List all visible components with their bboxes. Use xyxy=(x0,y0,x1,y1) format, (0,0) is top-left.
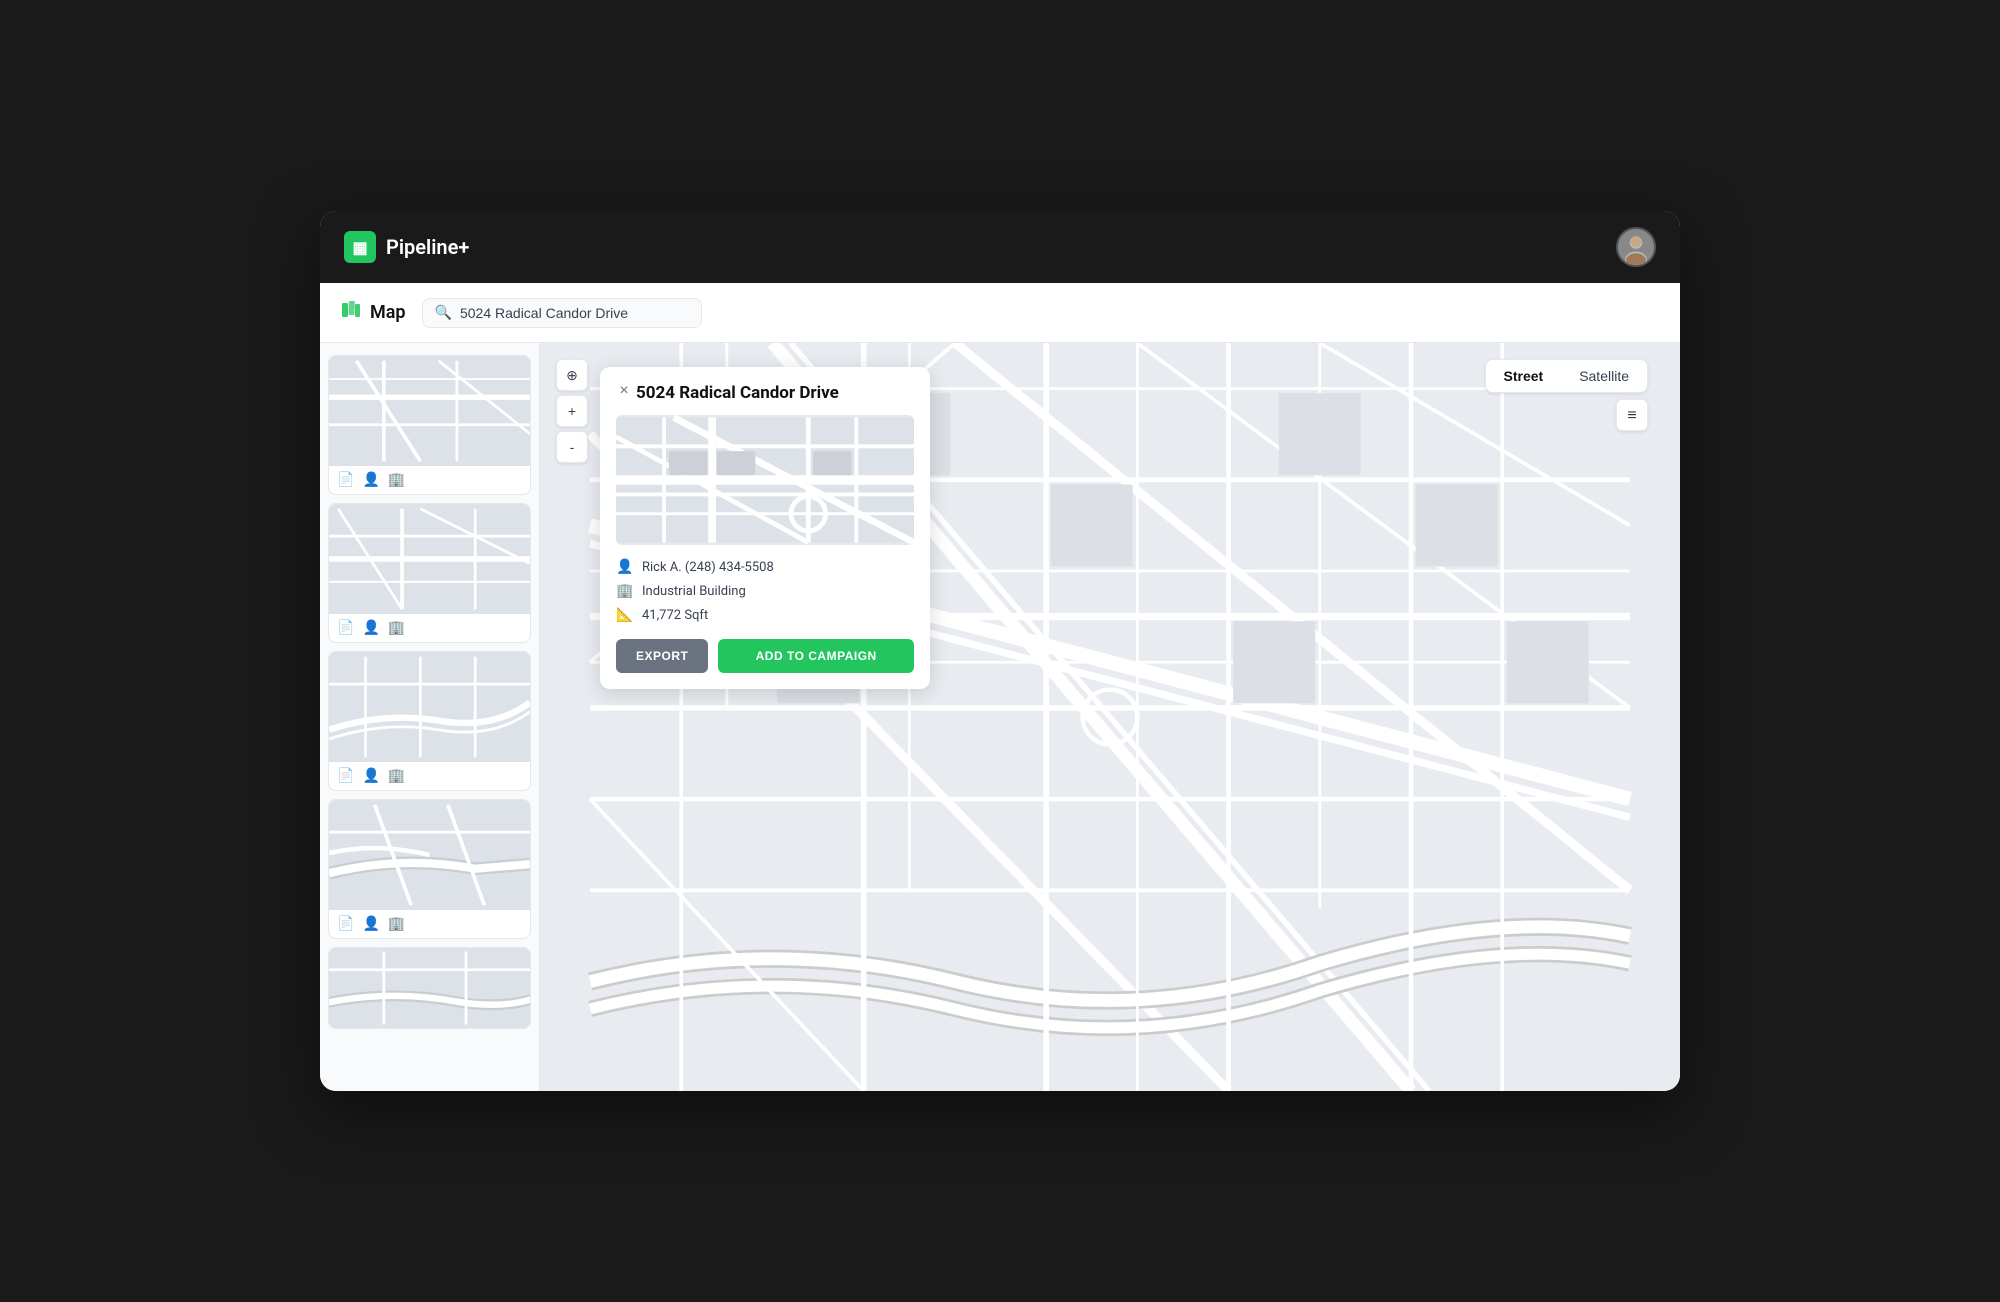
card-actions-2: 📄 👤 🏢 xyxy=(329,614,530,642)
building-type: Industrial Building xyxy=(642,584,746,599)
popup-actions: EXPORT ADD TO CAMPAIGN xyxy=(616,639,914,673)
building-type-row: 🏢 Industrial Building xyxy=(616,583,914,599)
sidebar-map-preview-4 xyxy=(329,800,530,910)
add-to-campaign-button[interactable]: ADD TO CAMPAIGN xyxy=(718,639,914,673)
zoom-in-button[interactable]: + xyxy=(556,395,588,427)
logo-icon: ▦ xyxy=(344,231,376,263)
contact-row: 👤 Rick A. (248) 434-5508 xyxy=(616,559,914,575)
card-actions-4: 📄 👤 🏢 xyxy=(329,910,530,938)
locate-button[interactable]: ⊕ xyxy=(556,359,588,391)
map-controls: ⊕ + - xyxy=(556,359,588,463)
popup-close-button[interactable]: × xyxy=(612,379,636,403)
zoom-out-button[interactable]: - xyxy=(556,431,588,463)
document-icon[interactable]: 📄 xyxy=(337,472,354,488)
popup-details: 👤 Rick A. (248) 434-5508 🏢 Industrial Bu… xyxy=(616,559,914,623)
person-icon[interactable]: 👤 xyxy=(362,916,379,932)
person-icon[interactable]: 👤 xyxy=(362,620,379,636)
sidebar-map-preview-3 xyxy=(329,652,530,762)
building-icon[interactable]: 🏢 xyxy=(388,916,405,932)
sidebar-map-preview-5 xyxy=(329,948,530,1028)
popup-map-preview xyxy=(616,415,914,545)
document-icon[interactable]: 📄 xyxy=(337,916,354,932)
list-item xyxy=(328,947,531,1029)
satellite-view-button[interactable]: Satellite xyxy=(1561,360,1647,392)
search-icon: 🔍 xyxy=(435,305,452,321)
street-view-button[interactable]: Street xyxy=(1486,360,1562,392)
list-item: 📄 👤 🏢 xyxy=(328,651,531,791)
person-icon[interactable]: 👤 xyxy=(362,472,379,488)
page-title: Map xyxy=(370,302,406,323)
main-content: 📄 👤 🏢 xyxy=(320,343,1680,1091)
contact-info: Rick A. (248) 434-5508 xyxy=(642,560,774,575)
building-icon[interactable]: 🏢 xyxy=(388,620,405,636)
app-logo: ▦ Pipeline+ xyxy=(344,231,469,263)
sidebar-map-preview-1 xyxy=(329,356,530,466)
list-item: 📄 👤 🏢 xyxy=(328,355,531,495)
document-icon[interactable]: 📄 xyxy=(337,620,354,636)
sidebar: 📄 👤 🏢 xyxy=(320,343,540,1091)
property-popup: × 5024 Radical Candor Drive xyxy=(600,367,930,689)
card-actions-3: 📄 👤 🏢 xyxy=(329,762,530,790)
user-avatar[interactable] xyxy=(1616,227,1656,267)
search-bar[interactable]: 🔍 xyxy=(422,298,702,328)
sqft-row: 📐 41,772 Sqft xyxy=(616,607,914,623)
building-detail-icon: 🏢 xyxy=(616,583,632,599)
list-item: 📄 👤 🏢 xyxy=(328,799,531,939)
person-detail-icon: 👤 xyxy=(616,559,632,575)
map-page-icon xyxy=(340,299,362,326)
map-area[interactable]: ⊕ + - Street Satellite ≡ × 5024 Radical … xyxy=(540,343,1680,1091)
map-menu-button[interactable]: ≡ xyxy=(1616,399,1648,431)
page-title-group: Map xyxy=(340,299,406,326)
sidebar-map-preview-2 xyxy=(329,504,530,614)
top-nav: ▦ Pipeline+ xyxy=(320,211,1680,283)
hamburger-icon: ≡ xyxy=(1627,405,1636,425)
person-icon[interactable]: 👤 xyxy=(362,768,379,784)
sqft-value: 41,772 Sqft xyxy=(642,608,708,623)
app-name: Pipeline+ xyxy=(386,235,469,259)
search-input[interactable] xyxy=(460,305,689,321)
list-item: 📄 👤 🏢 xyxy=(328,503,531,643)
export-button[interactable]: EXPORT xyxy=(616,639,708,673)
popup-title: 5024 Radical Candor Drive xyxy=(616,383,914,403)
building-icon[interactable]: 🏢 xyxy=(388,768,405,784)
building-icon[interactable]: 🏢 xyxy=(388,472,405,488)
document-icon[interactable]: 📄 xyxy=(337,768,354,784)
card-actions-1: 📄 👤 🏢 xyxy=(329,466,530,494)
header-bar: Map 🔍 xyxy=(320,283,1680,343)
close-icon: × xyxy=(619,382,628,400)
map-type-toggle: Street Satellite xyxy=(1485,359,1649,393)
sqft-detail-icon: 📐 xyxy=(616,607,632,623)
app-screen: ▦ Pipeline+ Map xyxy=(320,211,1680,1091)
